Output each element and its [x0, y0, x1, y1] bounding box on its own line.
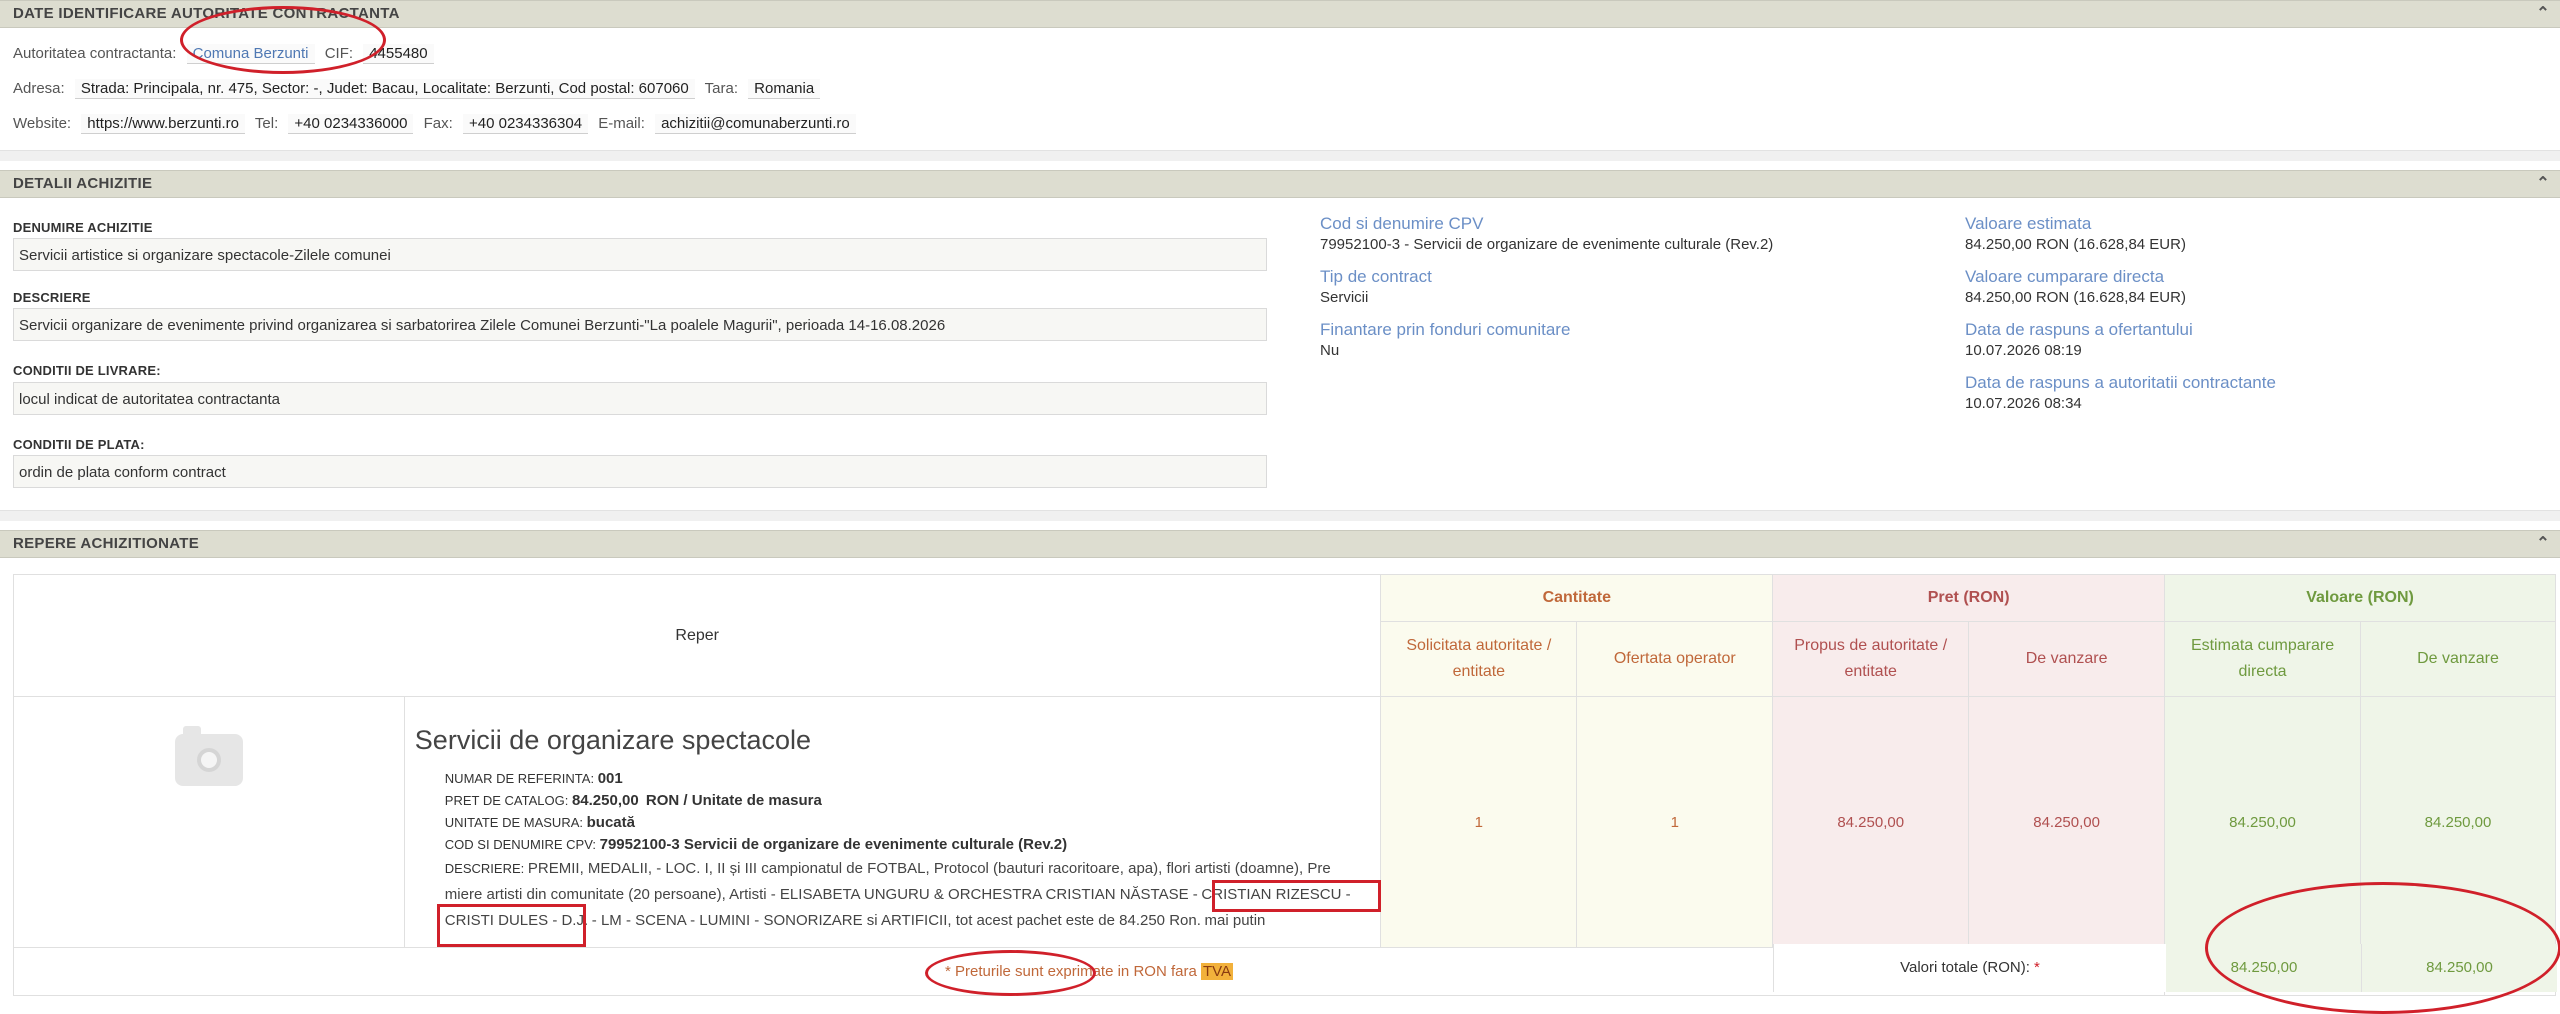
group-pret: Pret (RON): [1772, 574, 2166, 622]
section-header-detalii[interactable]: DETALII ACHIZITIE ⌃: [0, 170, 2560, 198]
col-solicitata: Solicitata autoritate / entitate: [1380, 621, 1578, 697]
pret-value: 84.250,00: [571, 792, 639, 809]
note-tva: TVA: [1200, 963, 1234, 980]
totals-label-overlay: Valori totale (RON): *: [1773, 944, 2166, 992]
plata-field: ordin de plata conform contract: [13, 455, 1267, 488]
item-title: Servicii de organizare spectacole: [414, 725, 812, 755]
section-header-repere[interactable]: REPERE ACHIZITIONATE ⌃: [0, 530, 2560, 558]
cpv-label: COD SI DENUMIRE CPV:: [444, 837, 596, 852]
totals-star: *: [2034, 959, 2040, 976]
denumire-field: Servicii artistice si organizare spectac…: [13, 238, 1267, 271]
cpv-title: Cod si denumire CPV: [1320, 214, 1484, 233]
adresa-row: Adresa: Strada: Principala, nr. 475, Sec…: [13, 79, 826, 99]
pret-label: PRET DE CATALOG:: [444, 793, 569, 808]
chevron-up-icon[interactable]: ⌃: [2536, 171, 2550, 197]
cpv-value: 79952100-3 Servicii de organizare de eve…: [599, 836, 1068, 853]
col-vanzare-pret: De vanzare: [1968, 621, 2166, 697]
col-propus: Propus de autoritate / entitate: [1772, 621, 1970, 697]
section-title: DETALII ACHIZITIE: [13, 175, 153, 192]
valoare-estimata-value: 84.250,00 RON (16.628,84 EUR): [1965, 236, 2186, 253]
cant-ofertata: 1: [1576, 696, 1774, 948]
divider: [0, 150, 2560, 161]
camera-placeholder-icon: [175, 726, 243, 786]
annotation-box-rizescu: [1212, 880, 1381, 912]
col-estimata: Estimata cumparare directa: [2164, 621, 2361, 697]
desc-label: DESCRIERE:: [444, 861, 525, 876]
tara-value: Romania: [748, 79, 821, 99]
camera-lens: [197, 748, 221, 772]
tel-label: Tel:: [254, 115, 279, 132]
data-autoritate-value: 10.07.2026 08:34: [1965, 395, 2082, 412]
pret-vanzare: 84.250,00: [1968, 696, 2166, 948]
email-label: E-mail:: [598, 115, 645, 132]
pret-propus: 84.250,00: [1772, 696, 1970, 948]
fonduri-title: Finantare prin fonduri comunitare: [1320, 320, 1571, 339]
item-um: UNITATE DE MASURA: bucată: [415, 812, 1371, 834]
group-valoare: Valoare (RON): [2164, 574, 2556, 622]
tara-label: Tara:: [704, 80, 738, 97]
totals-label: Valori totale (RON):: [1900, 959, 2030, 976]
tip-contract-title: Tip de contract: [1320, 267, 1432, 286]
ref-value: 001: [597, 770, 623, 787]
chevron-up-icon[interactable]: ⌃: [2536, 531, 2550, 557]
valoare-estimata-title: Valoare estimata: [1965, 214, 2092, 233]
col-ofertata: Ofertata operator: [1576, 621, 1774, 697]
um-label: UNITATE DE MASURA:: [444, 815, 583, 830]
data-ofertant-value: 10.07.2026 08:19: [1965, 342, 2082, 359]
email-value[interactable]: achizitii@comunaberzunti.ro: [655, 114, 856, 134]
item-cpv: COD SI DENUMIRE CPV: 79952100-3 Servicii…: [415, 834, 1371, 856]
desc-line2: miere artisti din comunitate (20 persoan…: [444, 886, 1198, 903]
fax-label: Fax:: [423, 115, 453, 132]
descriere-field: Servicii organizare de evenimente privin…: [13, 308, 1267, 341]
divider: [0, 510, 2560, 521]
section-header-autoritate[interactable]: DATE IDENTIFICARE AUTORITATE CONTRACTANT…: [0, 0, 2560, 28]
valoare-cumparare-title: Valoare cumparare directa: [1965, 267, 2165, 286]
camera-bump: [183, 726, 201, 736]
website-label: Website:: [13, 115, 72, 132]
annotation-oval-tva: [925, 950, 1096, 996]
ref-label: NUMAR DE REFERINTA:: [444, 771, 595, 786]
col-vanzare-valoare: De vanzare: [2360, 621, 2556, 697]
annotation-box-dules: [437, 904, 586, 947]
autoritate-label: Autoritatea contractanta:: [13, 45, 177, 62]
data-autoritate-title: Data de raspuns a autoritatii contractan…: [1965, 373, 2276, 392]
tip-contract-value: Servicii: [1320, 289, 1369, 306]
col-reper: Reper: [12, 574, 1382, 697]
descriere-label: DESCRIERE: [13, 290, 91, 305]
desc-line3: - LM - SCENA - LUMINI - SONORIZARE si AR…: [591, 912, 1201, 929]
item-ref: NUMAR DE REFERINTA: 001: [415, 768, 1371, 790]
contact-row: Website: https://www.berzunti.ro Tel: +4…: [13, 114, 862, 134]
section-title: REPERE ACHIZITIONATE: [13, 535, 200, 552]
fax-value: +40 0234336304: [463, 114, 589, 134]
item-pret: PRET DE CATALOG: 84.250,00 RON / Unitate…: [415, 790, 1371, 812]
tel-value: +40 0234336000: [288, 114, 414, 134]
cpv-value: 79952100-3 - Servicii de organizare de e…: [1320, 236, 1774, 253]
data-ofertant-title: Data de raspuns a ofertantului: [1965, 320, 2193, 339]
livrare-field: locul indicat de autoritatea contractant…: [13, 382, 1267, 415]
mai-putin-link[interactable]: mai putin: [1205, 912, 1266, 929]
plata-label: CONDITII DE PLATA:: [13, 437, 145, 452]
livrare-label: CONDITII DE LIVRARE:: [13, 363, 161, 378]
repere-table: Reper Cantitate Pret (RON) Valoare (RON)…: [12, 574, 2556, 996]
valoare-cumparare-value: 84.250,00 RON (16.628,84 EUR): [1965, 289, 2186, 306]
fonduri-value: Nu: [1320, 342, 1340, 359]
pret-unit: RON / Unitate de masura: [645, 792, 822, 809]
annotation-oval-autoritate: [180, 6, 386, 74]
adresa-value: Strada: Principala, nr. 475, Sector: -, …: [74, 79, 695, 99]
adresa-label: Adresa:: [13, 80, 65, 97]
group-cantitate: Cantitate: [1380, 574, 1774, 622]
chevron-up-icon[interactable]: ⌃: [2536, 1, 2550, 27]
website-value[interactable]: https://www.berzunti.ro: [81, 114, 245, 134]
cant-solicitata: 1: [1380, 696, 1578, 948]
denumire-label: DENUMIRE ACHIZITIE: [13, 220, 153, 235]
annotation-oval-totals: [2205, 882, 2560, 1014]
desc-line1: PREMII, MEDALII, - LOC. I, II și III cam…: [527, 860, 1331, 877]
um-value: bucată: [586, 814, 635, 831]
